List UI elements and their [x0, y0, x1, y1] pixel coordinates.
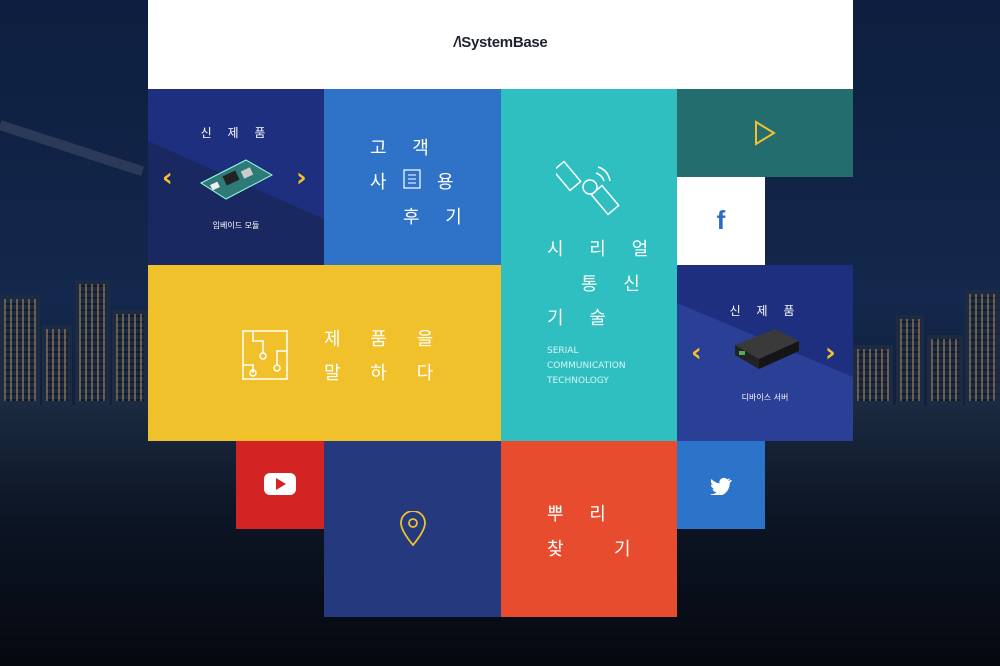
speak-line-1: 제 품 을 — [324, 329, 446, 350]
serial-en-line-2: COMMUNICATION — [547, 361, 626, 371]
new-product-tile-right[interactable]: 신 제 품 ‹ › 디바이스 서버 — [677, 265, 853, 441]
youtube-tile[interactable] — [236, 441, 324, 529]
serial-line-1: 시 리 얼 — [547, 239, 659, 260]
new-product-title: 신 제 품 — [200, 126, 272, 140]
prev-arrow-icon[interactable]: ‹ — [162, 163, 173, 193]
speak-line-2: 말 하 다 — [324, 363, 446, 384]
review-line-2a: 사 — [370, 172, 387, 193]
new-product-caption-right: 디바이스 서버 — [741, 393, 789, 402]
youtube-icon — [264, 473, 296, 495]
location-tile[interactable] — [324, 441, 501, 617]
roots-line-2b: 기 — [614, 539, 631, 560]
device-server-image — [735, 329, 799, 369]
roots-tile[interactable]: 뿌 리 찾 기 — [501, 441, 677, 617]
twitter-tile[interactable] — [677, 441, 765, 529]
play-icon — [755, 120, 776, 146]
next-arrow-icon-right[interactable]: › — [825, 338, 836, 368]
serial-line-3: 기 술 — [547, 308, 616, 329]
roots-line-2a: 찾 — [547, 539, 564, 560]
next-arrow-icon[interactable]: › — [296, 163, 307, 193]
checklist-icon — [403, 169, 421, 189]
review-line-3: 후 기 — [403, 207, 472, 228]
customer-review-tile[interactable]: 고 객 사 용 후 기 — [324, 89, 501, 265]
facebook-icon: f — [716, 205, 726, 235]
logo[interactable]: /\SystemBase — [148, 34, 853, 51]
prev-arrow-icon-right[interactable]: ‹ — [691, 338, 702, 368]
twitter-icon — [710, 477, 732, 495]
serial-en-line-1: SERIAL — [547, 346, 579, 356]
serial-en-line-3: TECHNOLOGY — [547, 376, 609, 386]
facebook-tile[interactable]: f — [677, 177, 765, 265]
play-tile[interactable] — [677, 89, 853, 177]
background-bridge — [0, 120, 145, 177]
header: /\SystemBase — [148, 0, 853, 89]
new-product-caption: 임베이드 모듈 — [212, 221, 260, 230]
serial-line-2: 통 신 — [581, 274, 650, 295]
review-line-1: 고 객 — [370, 138, 439, 159]
product-speak-tile[interactable]: 제 품 을 말 하 다 — [148, 265, 501, 441]
logo-text: SystemBase — [461, 34, 548, 51]
new-product-title-right: 신 제 품 — [729, 304, 801, 318]
review-line-2b: 용 — [437, 172, 454, 193]
new-product-tile-left[interactable]: 신 제 품 ‹ › 임베이드 모듈 — [148, 89, 324, 265]
location-pin-icon — [400, 511, 426, 547]
serial-tech-tile[interactable]: 시 리 얼 통 신 기 술 SERIAL COMMUNICATION TECHN… — [501, 89, 677, 441]
embedded-module-image — [199, 159, 274, 200]
roots-line-1: 뿌 리 — [547, 504, 616, 525]
